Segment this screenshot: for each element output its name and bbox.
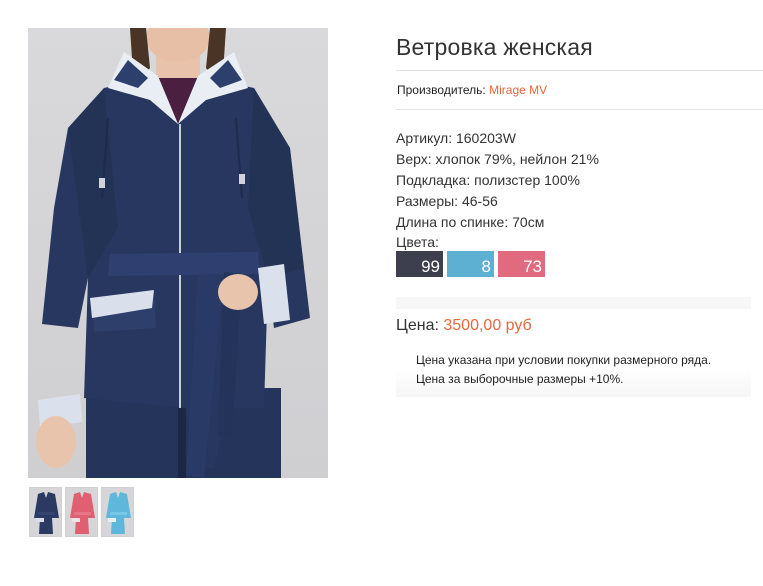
manufacturer-link[interactable]: Mirage MV: [489, 83, 547, 97]
thumbnail-blue[interactable]: [101, 487, 134, 537]
price-row: Цена: 3500,00 руб: [396, 317, 763, 335]
spec-lining: Подкладка: полизстер 100%: [396, 172, 580, 188]
divider: [396, 109, 763, 110]
spec-length: Длина по спинке: 70см: [396, 214, 545, 230]
color-swatches: 99 8 73: [396, 251, 763, 277]
price-band: [396, 297, 751, 309]
manufacturer-label: Производитель:: [397, 83, 486, 97]
price-label: Цена:: [396, 317, 439, 334]
spec-sizes: Размеры: 46-56: [396, 193, 498, 209]
thumbnail-pink[interactable]: [65, 487, 98, 537]
price-note-line: Цена за выборочные размеры +10%.: [416, 372, 624, 386]
product-info: Ветровка женская Производитель: Mirage M…: [396, 34, 763, 397]
color-swatch-73[interactable]: 73: [498, 251, 545, 277]
price-note: Цена указана при условии покупки размерн…: [396, 349, 751, 397]
product-main-photo[interactable]: [28, 28, 328, 478]
color-swatch-8[interactable]: 8: [447, 251, 494, 277]
thumbnail-strip: [29, 487, 134, 537]
product-title: Ветровка женская: [396, 34, 593, 60]
spec-outer: Верх: хлопок 79%, нейлон 21%: [396, 151, 599, 167]
price-note-line: Цена указана при условии покупки размерн…: [416, 353, 712, 367]
spec-list: Артикул: 160203W Верх: хлопок 79%, нейло…: [396, 128, 763, 233]
color-swatch-99[interactable]: 99: [396, 251, 443, 277]
thumbnail-navy[interactable]: [29, 487, 62, 537]
manufacturer-row: Производитель: Mirage MV: [396, 71, 763, 109]
colors-label: Цвета:: [396, 234, 439, 250]
price-value: 3500,00 руб: [443, 317, 532, 334]
spec-article: Артикул: 160203W: [396, 130, 516, 146]
